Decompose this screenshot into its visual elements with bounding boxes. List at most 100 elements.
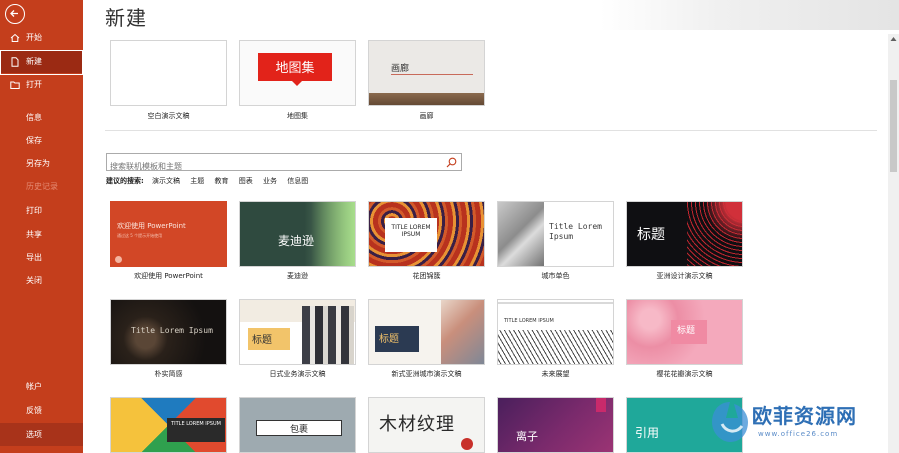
sidebar-item-info[interactable]: 信息 (0, 106, 83, 129)
modern-asian-city-photo (441, 300, 484, 364)
suggested-searches-label: 建议的搜索: (106, 177, 144, 185)
rustic-title-text: Title Lorem Ipsum (131, 326, 213, 335)
suggestion-link[interactable]: 主题 (190, 177, 204, 185)
template-caption: 麦迪逊 (287, 272, 308, 280)
template-thumb-parcel[interactable]: 包裹 (239, 397, 356, 453)
sidebar-item-close[interactable]: 关闭 (0, 269, 83, 292)
template-caption: 樱花花瓣演示文稿 (656, 370, 713, 378)
sidebar-item-share[interactable]: 共享 (0, 223, 83, 246)
template-caption: 日式业务演示文稿 (269, 370, 326, 378)
suggestion-link[interactable]: 教育 (215, 177, 229, 185)
city-mono-photo (498, 202, 544, 266)
template-search-box[interactable] (106, 153, 462, 175)
template-thumb-blank[interactable] (110, 40, 227, 106)
sidebar-item-label: 打开 (26, 80, 42, 89)
template-caption: 亚洲设计演示文稿 (656, 272, 713, 280)
scroll-up-icon[interactable] (890, 36, 897, 42)
gallery-rule (391, 74, 473, 75)
japanese-business-people-photo (302, 306, 354, 364)
scrollbar-thumb[interactable] (890, 80, 897, 172)
sidebar-item-label: 信息 (26, 113, 42, 122)
template-caption: 花团锦簇 (412, 272, 441, 280)
sidebar-item-label: 另存为 (26, 159, 50, 168)
template-thumb-flowers[interactable]: TITLE LOREM IPSUM (368, 201, 485, 267)
template-caption: 朴实简感 (154, 370, 183, 378)
sidebar-item-label: 关闭 (26, 276, 42, 285)
quote-title-text: 引用 (635, 426, 660, 440)
future-outlook-title-text: TITLE LOREM IPSUM (504, 318, 554, 324)
watermark-text: 欧菲资源网 (752, 404, 857, 428)
atlas-title-text: 地图集 (275, 61, 315, 76)
mosaic-title-text: TITLE LOREM IPSUM (171, 421, 221, 427)
sidebar-item-label: 反馈 (26, 406, 42, 415)
sidebar-item-label: 共享 (26, 230, 42, 239)
new-document-icon (11, 57, 19, 67)
sidebar-item-label: 保存 (26, 136, 42, 145)
sidebar-item-home[interactable]: 开始 (0, 26, 83, 49)
future-outlook-hex-pattern (498, 330, 613, 364)
template-thumb-mosaic[interactable]: TITLE LOREM IPSUM (110, 397, 227, 453)
template-thumb-wood-texture[interactable]: 木材纹理 (368, 397, 485, 453)
suggestion-link[interactable]: 演示文稿 (152, 177, 180, 185)
sidebar-item-save-as[interactable]: 另存为 (0, 152, 83, 175)
flowers-title-text: TITLE LOREM IPSUM (391, 224, 431, 238)
sidebar-item-account[interactable]: 帐户 (0, 375, 83, 398)
sidebar-item-label: 历史记录 (26, 182, 58, 191)
template-caption: 地图集 (287, 112, 308, 120)
parcel-title-text: 包裹 (289, 425, 308, 435)
asian-design-pattern (687, 202, 742, 266)
template-thumb-modern-asian-city[interactable]: 标题 (368, 299, 485, 365)
sidebar-item-label: 帐户 (26, 382, 42, 391)
template-thumb-rustic[interactable]: Title Lorem Ipsum (110, 299, 227, 365)
vertical-scrollbar[interactable] (888, 34, 899, 453)
welcome-title-text: 欢迎使用 PowerPoint (117, 222, 186, 230)
sidebar-item-export[interactable]: 导出 (0, 246, 83, 269)
cherry-blossom-title-text: 标题 (677, 326, 696, 336)
sidebar-item-print[interactable]: 打印 (0, 199, 83, 222)
gallery-floor (369, 93, 484, 105)
modern-asian-city-title-text: 标题 (379, 334, 399, 345)
sidebar-item-open[interactable]: 打开 (0, 73, 83, 96)
template-thumb-madison[interactable]: 麦迪逊 (239, 201, 356, 267)
sidebar-item-label: 打印 (26, 206, 42, 215)
suggestion-link[interactable]: 信息图 (287, 177, 308, 185)
sidebar-item-history: 历史记录 (0, 175, 83, 198)
sidebar-item-options[interactable]: 选项 (0, 423, 83, 446)
sidebar-item-feedback[interactable]: 反馈 (0, 399, 83, 422)
search-icon[interactable] (446, 157, 457, 168)
sidebar-item-save[interactable]: 保存 (0, 129, 83, 152)
template-thumb-japanese-business[interactable]: 标题 (239, 299, 356, 365)
template-thumb-atlas[interactable]: 地图集 (239, 40, 356, 106)
japanese-business-title-text: 标题 (252, 335, 272, 346)
future-outlook-top-rule (498, 302, 613, 304)
city-mono-title-text: Title Lorem Ipsum (549, 222, 602, 241)
watermark-logo-icon (712, 402, 748, 442)
template-thumb-gallery[interactable]: 画廊 (368, 40, 485, 106)
wood-texture-title-text: 木材纹理 (379, 414, 455, 435)
suggestion-link[interactable]: 图表 (239, 177, 253, 185)
template-caption: 画廊 (419, 112, 434, 120)
template-thumb-cherry-blossom[interactable]: 标题 (626, 299, 743, 365)
welcome-logo-icon (115, 256, 122, 263)
template-thumb-welcome[interactable]: 欢迎使用 PowerPoint 通过这 5 个提示开始使用 (110, 201, 227, 267)
backstage-sidebar: 开始 新建 打开 信息 保存 另存为 历史记录 打印 共享 导出 关闭 帐户 反… (0, 0, 83, 453)
suggestion-link[interactable]: 业务 (263, 177, 277, 185)
section-divider (105, 130, 877, 131)
back-arrow-icon[interactable] (5, 4, 25, 24)
template-thumb-future-outlook[interactable]: TITLE LOREM IPSUM (497, 299, 614, 365)
sidebar-item-label: 新建 (26, 57, 42, 66)
watermark-url: www.office26.com (758, 430, 839, 438)
ion-accent-tab (596, 398, 606, 412)
welcome-subtitle-text: 通过这 5 个提示开始使用 (117, 233, 163, 238)
template-thumb-asian-design[interactable]: 标题 (626, 201, 743, 267)
sidebar-item-label: 选项 (26, 430, 42, 439)
search-input[interactable] (107, 158, 437, 175)
wood-texture-seal-icon (461, 438, 473, 450)
sidebar-item-new[interactable]: 新建 (0, 50, 83, 75)
template-caption: 欢迎使用 PowerPoint (134, 272, 203, 280)
template-caption: 空白演示文稿 (147, 112, 190, 120)
madison-title-text: 麦迪逊 (278, 234, 315, 248)
template-thumb-city-mono[interactable]: Title Lorem Ipsum (497, 201, 614, 267)
template-thumb-ion[interactable]: 离子 (497, 397, 614, 453)
sidebar-item-label: 导出 (26, 253, 42, 262)
